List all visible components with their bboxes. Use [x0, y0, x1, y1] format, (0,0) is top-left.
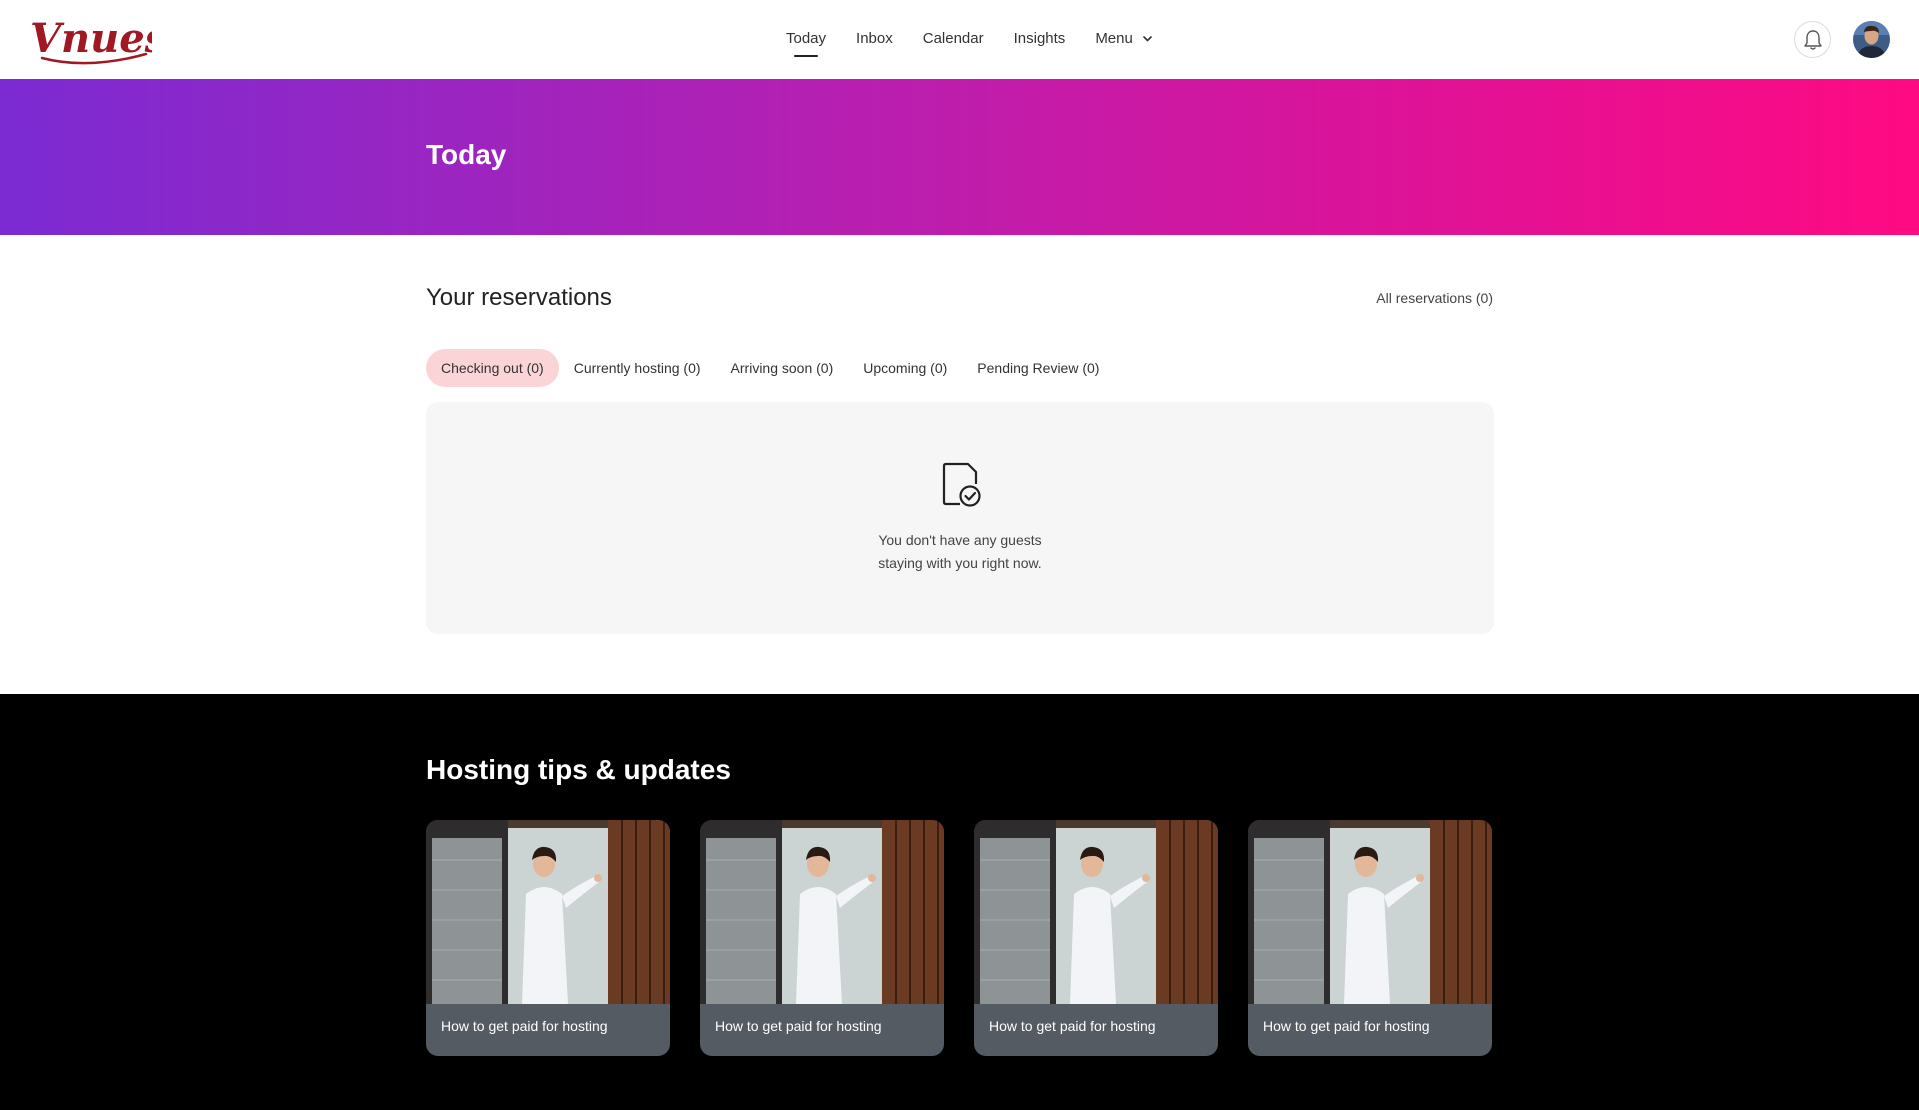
nav-calendar-label: Calendar [922, 30, 984, 47]
tip-card[interactable]: How to get paid for hosting [700, 820, 944, 1056]
tab-arriving-soon[interactable]: Arriving soon (0) [716, 349, 849, 387]
all-reservations-link[interactable]: All reservations (0) [1376, 290, 1493, 306]
nav-insights-label: Insights [1013, 30, 1066, 47]
nav-calendar[interactable]: Calendar [923, 28, 984, 50]
reservations-heading: Your reservations [426, 284, 612, 311]
notifications-button[interactable] [1794, 21, 1831, 58]
empty-state-line-1: You don't have any guests [878, 532, 1042, 548]
tab-upcoming[interactable]: Upcoming (0) [848, 349, 962, 387]
tab-currently-hosting[interactable]: Currently hosting (0) [559, 349, 716, 387]
nav-inbox-label: Inbox [856, 30, 893, 47]
tip-card[interactable]: How to get paid for hosting [974, 820, 1218, 1056]
vnues-logo[interactable]: Vnues [28, 8, 152, 70]
nav-insights[interactable]: Insights [1014, 28, 1066, 50]
nav-inbox[interactable]: Inbox [856, 28, 893, 50]
tip-card-image [974, 820, 1218, 1004]
tab-checking-out[interactable]: Checking out (0) [426, 349, 559, 387]
tab-pending-review[interactable]: Pending Review (0) [962, 349, 1114, 387]
tip-card[interactable]: How to get paid for hosting [1248, 820, 1492, 1056]
tip-card[interactable]: How to get paid for hosting [426, 820, 670, 1056]
tip-card-label: How to get paid for hosting [441, 1018, 608, 1034]
chevron-down-icon [1143, 36, 1152, 42]
empty-reservations-panel: You don't have any guests staying with y… [426, 402, 1494, 634]
empty-state-line-2: staying with you right now. [878, 555, 1042, 571]
tip-card-image [1248, 820, 1492, 1004]
tip-card-label: How to get paid for hosting [1263, 1018, 1430, 1034]
avatar-image [1853, 21, 1890, 58]
tip-card-image [700, 820, 944, 1004]
tip-card-label: How to get paid for hosting [715, 1018, 882, 1034]
nav-today-label: Today [786, 30, 827, 47]
hero-banner: Today [0, 79, 1919, 235]
tips-card-list: How to get paid for hosting How to get p… [426, 820, 1492, 1056]
user-avatar[interactable] [1853, 21, 1890, 58]
tip-card-image [426, 820, 670, 1004]
empty-state-message: You don't have any guests staying with y… [426, 529, 1494, 575]
bell-icon [1803, 29, 1822, 50]
page-title: Today [426, 139, 507, 170]
top-header: Vnues Today Inbox Calendar Insights Menu [0, 0, 1919, 79]
tip-card-label: How to get paid for hosting [989, 1018, 1156, 1034]
main-nav: Today Inbox Calendar Insights Menu [786, 28, 1152, 57]
tips-heading: Hosting tips & updates [426, 754, 731, 785]
svg-text:Vnues: Vnues [30, 15, 152, 62]
document-check-icon [942, 462, 981, 507]
nav-menu-label: Menu [1095, 30, 1133, 47]
nav-today[interactable]: Today [786, 28, 827, 57]
nav-menu[interactable]: Menu [1095, 28, 1152, 50]
reservation-tabs: Checking out (0) Currently hosting (0) A… [426, 349, 1114, 387]
hosting-tips-section: Hosting tips & updates How to get paid f… [0, 694, 1919, 1110]
